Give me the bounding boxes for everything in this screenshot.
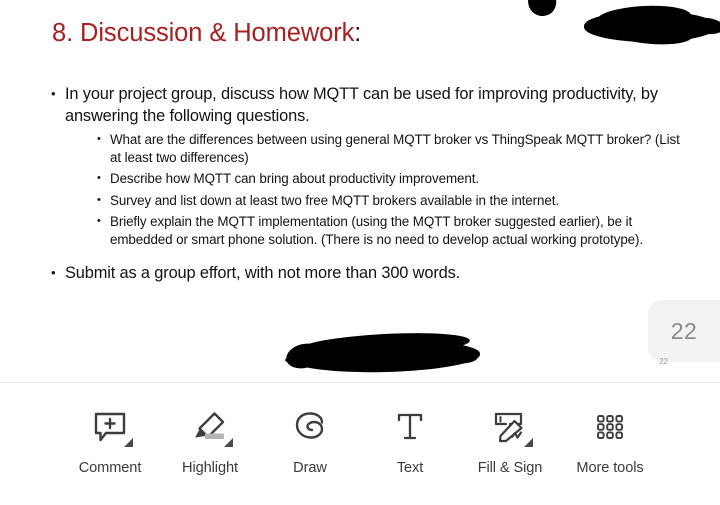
annotation-toolbar: Comment Highlight Draw Text Fill & Sign … bbox=[0, 383, 720, 505]
tool-fill-and-sign[interactable]: Fill & Sign bbox=[460, 405, 560, 476]
highlighter-icon bbox=[186, 405, 234, 449]
tool-text[interactable]: Text bbox=[360, 405, 460, 476]
tool-label: Draw bbox=[293, 460, 327, 476]
list-item: In your project group, discuss how MQTT … bbox=[50, 83, 680, 249]
chevron-dropdown-icon[interactable] bbox=[524, 438, 533, 447]
page-title: 8. Discussion & Homework: bbox=[52, 19, 361, 48]
bullet-list: In your project group, discuss how MQTT … bbox=[50, 83, 680, 285]
list-item: Submit as a group effort, with not more … bbox=[50, 262, 680, 285]
comment-add-icon bbox=[86, 405, 134, 449]
tool-label: Fill & Sign bbox=[477, 460, 543, 476]
sub-bullet-text: What are the differences between using g… bbox=[110, 132, 680, 165]
bullet-text: Submit as a group effort, with not more … bbox=[65, 263, 461, 282]
pdf-reader-window: 8. Discussion & Homework: In your projec… bbox=[0, 0, 720, 505]
tool-highlight[interactable]: Highlight bbox=[160, 405, 260, 476]
grid-apps-icon bbox=[586, 405, 634, 449]
fill-and-sign-icon bbox=[486, 405, 534, 449]
tool-draw[interactable]: Draw bbox=[260, 405, 360, 476]
list-item: Survey and list down at least two free M… bbox=[97, 191, 680, 210]
list-item: Briefly explain the MQTT implementation … bbox=[97, 212, 680, 248]
sub-bullet-list: What are the differences between using g… bbox=[65, 130, 680, 249]
sub-bullet-text: Briefly explain the MQTT implementation … bbox=[110, 214, 643, 247]
page-number-small-label: 22 bbox=[659, 357, 668, 366]
tool-more-tools[interactable]: More tools bbox=[560, 405, 660, 476]
redaction-mark bbox=[525, 0, 559, 19]
tool-comment[interactable]: Comment bbox=[60, 405, 160, 476]
list-item: Describe how MQTT can bring about produc… bbox=[97, 169, 680, 188]
page-number-badge[interactable]: 22 bbox=[648, 300, 720, 362]
list-item: What are the differences between using g… bbox=[97, 130, 680, 166]
page-title-colon: : bbox=[354, 19, 362, 47]
chevron-dropdown-icon[interactable] bbox=[124, 438, 133, 447]
sub-bullet-text: Survey and list down at least two free M… bbox=[110, 192, 559, 208]
document-page[interactable]: 8. Discussion & Homework: In your projec… bbox=[0, 0, 720, 383]
text-t-icon bbox=[386, 405, 434, 449]
tool-label: More tools bbox=[576, 460, 644, 476]
draw-scribble-icon bbox=[286, 405, 334, 449]
page-title-text: 8. Discussion & Homework bbox=[52, 19, 355, 47]
chevron-dropdown-icon[interactable] bbox=[224, 438, 233, 447]
page-number-value: 22 bbox=[670, 317, 698, 344]
tool-label: Text bbox=[396, 460, 424, 476]
sub-bullet-text: Describe how MQTT can bring about produc… bbox=[110, 171, 479, 187]
tool-label: Comment bbox=[78, 460, 142, 476]
tool-label: Highlight bbox=[182, 460, 238, 476]
bullet-text: In your project group, discuss how MQTT … bbox=[65, 85, 658, 125]
